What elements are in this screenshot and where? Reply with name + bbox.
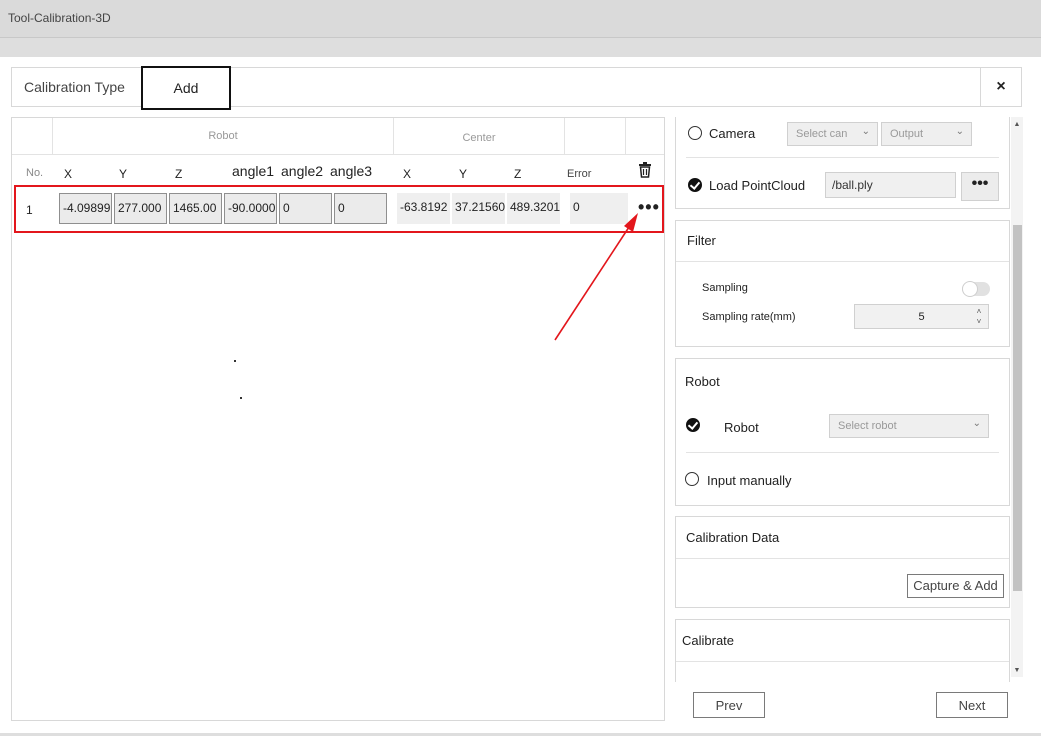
settings-scrollbar[interactable]: ▲ ▼ — [1011, 117, 1023, 677]
calibration-data-title: Calibration Data — [686, 530, 780, 545]
camera-label: Camera — [709, 126, 756, 141]
next-button[interactable]: Next — [936, 692, 1008, 718]
pointcloud-path-field[interactable]: /ball.ply — [825, 172, 956, 198]
divider — [676, 558, 1009, 559]
chevron-down-icon: ⌄ — [955, 126, 964, 137]
toggle-knob — [962, 281, 978, 297]
camera-select-value: Select can — [796, 128, 848, 140]
sampling-toggle[interactable] — [962, 281, 990, 297]
divider — [676, 261, 1009, 262]
robot-label: Robot — [724, 420, 759, 435]
settings-panel: Camera Select can ⌄ Output ⌄ Load PointC… — [675, 117, 1011, 682]
calibrate-card: Calibrate — [675, 619, 1010, 682]
calibration-dialog: Calibration Type Add × Robot Center No. … — [0, 57, 1041, 733]
sampling-rate-label: Sampling rate(mm) — [702, 311, 796, 323]
load-pointcloud-label: Load PointCloud — [709, 178, 806, 193]
input-manually-label: Input manually — [707, 473, 792, 488]
sampling-rate-value: 5 — [918, 311, 925, 323]
robot-radio[interactable] — [686, 418, 700, 432]
window-title: Tool-Calibration-3D — [8, 11, 111, 25]
divider — [676, 661, 1009, 662]
divider — [686, 452, 999, 453]
scroll-down-icon[interactable]: ▼ — [1011, 665, 1023, 677]
sampling-label: Sampling — [702, 282, 748, 294]
prev-button[interactable]: Prev — [693, 692, 765, 718]
robot-title: Robot — [685, 374, 720, 389]
output-select-value: Output — [890, 128, 924, 140]
scroll-up-icon[interactable]: ▲ — [1011, 119, 1023, 131]
source-card: Camera Select can ⌄ Output ⌄ Load PointC… — [675, 117, 1010, 209]
filter-card: Filter Sampling Sampling rate(mm) 5 ˄ ˅ — [675, 220, 1010, 347]
chevron-down-icon: ⌄ — [861, 126, 870, 137]
camera-radio[interactable] — [688, 126, 702, 140]
robot-select-value: Select robot — [838, 420, 897, 432]
sampling-rate-stepper[interactable]: 5 ˄ ˅ — [854, 304, 989, 329]
decrement-icon[interactable]: ˅ — [970, 316, 988, 327]
capture-add-button[interactable]: Capture & Add — [907, 574, 1004, 598]
browse-pointcloud-button[interactable]: ••• — [961, 172, 999, 201]
calibration-data-card: Calibration Data Capture & Add — [675, 516, 1010, 608]
window-titlebar: Tool-Calibration-3D — [0, 0, 1041, 38]
filter-title: Filter — [687, 233, 716, 248]
divider — [686, 157, 999, 158]
output-select[interactable]: Output ⌄ — [881, 122, 972, 146]
input-manually-radio[interactable] — [685, 472, 699, 486]
chevron-down-icon: ⌄ — [972, 418, 981, 429]
calibrate-title: Calibrate — [682, 633, 735, 648]
camera-select[interactable]: Select can ⌄ — [787, 122, 878, 146]
scrollbar-thumb[interactable] — [1013, 225, 1022, 591]
robot-select[interactable]: Select robot ⌄ — [829, 414, 989, 438]
load-pointcloud-radio[interactable] — [688, 178, 702, 192]
robot-card: Robot Robot Select robot ⌄ Input manuall… — [675, 358, 1010, 506]
